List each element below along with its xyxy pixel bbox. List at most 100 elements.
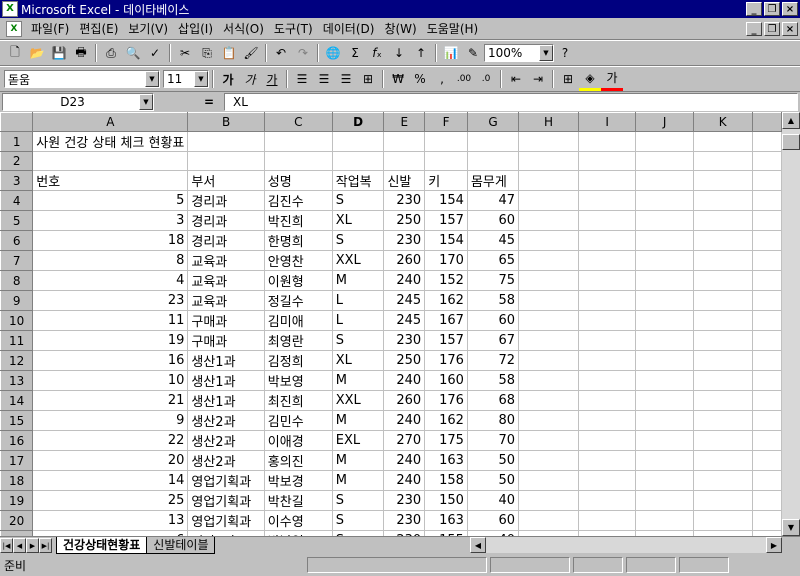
cell[interactable]: 50 [467,470,520,491]
cell[interactable]: 20 [32,450,189,471]
hyperlink-icon[interactable]: 🌐 [322,43,344,64]
print-preview-icon[interactable]: 🖶 [70,43,92,64]
sort-desc-icon[interactable]: ↑ [410,43,432,64]
cell[interactable]: 21 [32,390,189,411]
currency-icon[interactable]: ₩ [387,69,409,90]
cell[interactable] [518,250,579,271]
cell[interactable]: S [332,510,385,531]
cell[interactable] [578,310,637,331]
cell[interactable] [424,151,468,171]
cell[interactable] [518,131,579,152]
cell[interactable] [424,131,468,152]
cell[interactable] [752,151,782,171]
paste-icon[interactable]: 📋 [218,43,240,64]
column-header-b[interactable]: B [187,112,265,132]
column-header[interactable] [751,112,782,132]
cell[interactable]: 생산2과 [187,410,265,431]
cell[interactable]: 4 [32,270,189,291]
cell[interactable]: 154 [424,190,468,211]
menu-edit[interactable]: 편집(E) [74,20,123,37]
cell[interactable]: 경리과 [187,230,265,251]
scroll-right-icon[interactable]: ▶ [766,537,782,553]
column-header-i[interactable]: I [577,112,637,132]
cell[interactable] [578,410,637,431]
cell[interactable] [752,190,782,211]
cell[interactable] [752,390,782,411]
row-header[interactable]: 2 [0,151,34,171]
cell[interactable] [518,170,579,191]
cell[interactable]: 163 [424,510,468,531]
cell[interactable] [467,151,520,171]
cell[interactable]: 9 [32,410,189,431]
column-header-e[interactable]: E [383,112,426,132]
chevron-down-icon[interactable]: ▼ [139,94,153,110]
cell[interactable] [635,410,694,431]
cell[interactable] [635,370,694,391]
cell[interactable] [693,390,753,411]
cell[interactable] [264,131,333,152]
column-header-c[interactable]: C [263,112,333,132]
cell[interactable]: M [332,450,385,471]
cell[interactable] [383,151,426,171]
cell[interactable]: 240 [383,270,426,291]
sort-asc-icon[interactable]: ↓ [388,43,410,64]
cell[interactable]: 25 [32,490,189,511]
cell[interactable] [578,250,637,271]
cell[interactable]: 교육과 [187,270,265,291]
chevron-down-icon[interactable]: ▼ [194,71,208,87]
row-header[interactable]: 12 [0,350,34,371]
formula-equals[interactable]: = [154,95,224,109]
cell[interactable]: 박찬길 [264,490,333,511]
cell[interactable]: 170 [424,250,468,271]
cell[interactable]: 240 [383,370,426,391]
cell[interactable] [578,350,637,371]
cell[interactable]: 60 [467,310,520,331]
cell[interactable] [578,370,637,391]
cell[interactable]: 230 [383,490,426,511]
cell[interactable]: 230 [383,190,426,211]
cell[interactable] [578,190,637,211]
cell[interactable] [752,350,782,371]
cell[interactable] [635,450,694,471]
cell[interactable]: 40 [467,490,520,511]
cell[interactable] [578,210,637,231]
cell[interactable]: L [332,310,385,331]
cell[interactable] [693,410,753,431]
cell[interactable]: 167 [424,310,468,331]
cell[interactable]: M [332,370,385,391]
cell[interactable] [578,490,637,511]
cell[interactable]: 영업기획과 [187,470,265,491]
next-sheet-icon[interactable]: ▶ [26,538,39,553]
cell[interactable]: 157 [424,330,468,351]
undo-icon[interactable]: ↶ [270,43,292,64]
scroll-down-icon[interactable]: ▼ [782,519,800,536]
cell[interactable] [693,290,753,311]
cell[interactable] [635,230,694,251]
cell[interactable] [752,410,782,431]
cell[interactable] [518,310,579,331]
cell[interactable]: 경리과 [187,190,265,211]
font-select[interactable]: 돋움 ▼ [4,70,160,88]
row-header[interactable]: 1 [0,131,34,152]
cell[interactable]: 성명 [264,170,333,191]
cell[interactable]: 영업기획과 [187,510,265,531]
cell[interactable]: 경리과 [187,210,265,231]
cell[interactable]: 부서 [187,170,265,191]
chevron-down-icon[interactable]: ▼ [145,71,159,87]
menu-file[interactable]: 파일(F) [26,20,74,37]
cell[interactable] [518,270,579,291]
cell[interactable]: 67 [467,330,520,351]
chart-wizard-icon[interactable]: 📊 [440,43,462,64]
cell[interactable]: XL [332,350,385,371]
cell[interactable] [693,250,753,271]
cell[interactable] [693,350,753,371]
cell[interactable]: 230 [383,230,426,251]
cell[interactable] [518,470,579,491]
cell[interactable] [518,210,579,231]
horizontal-scrollbar[interactable]: ◀ ▶ [470,537,782,553]
cell[interactable] [693,151,753,171]
cell[interactable] [693,190,753,211]
cell[interactable] [518,290,579,311]
menu-format[interactable]: 서식(O) [218,20,269,37]
cell[interactable] [187,131,265,152]
